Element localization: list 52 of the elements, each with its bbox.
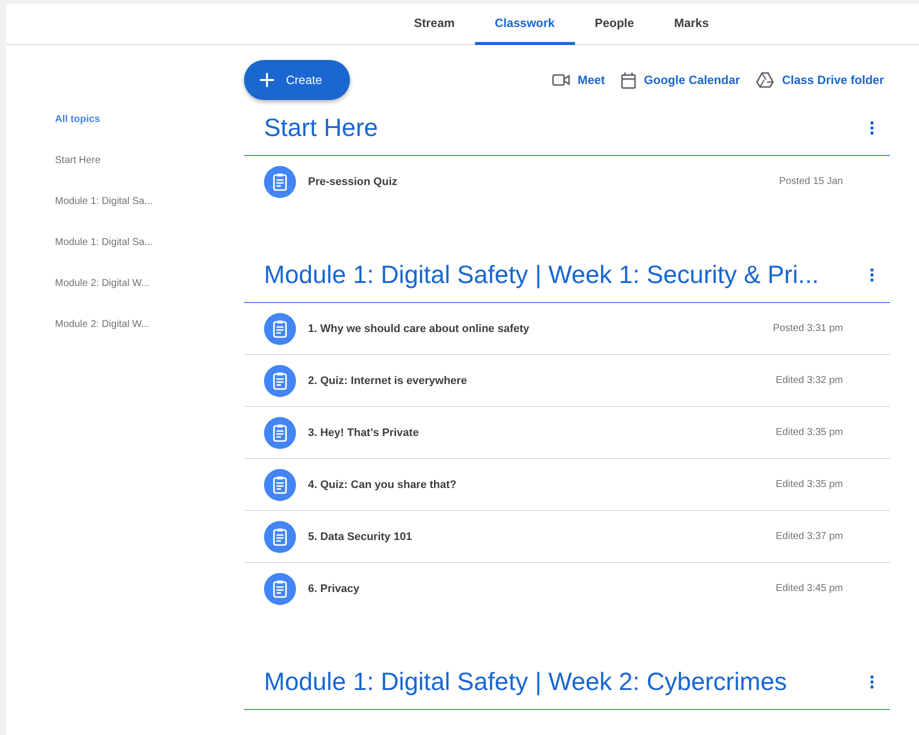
plus-icon (260, 73, 274, 87)
topic-link[interactable]: All topics (55, 113, 244, 127)
topic-link[interactable]: Module 2: Digital W... (55, 277, 244, 291)
drive-icon (756, 72, 774, 88)
video-camera-icon (552, 74, 570, 86)
post-time: Edited 3:35 pm (776, 427, 843, 438)
post-time: Edited 3:37 pm (776, 531, 843, 542)
topic-link[interactable]: Module 1: Digital Sa... (55, 236, 244, 250)
assignment-row[interactable]: 4. Quiz: Can you share that? Edited 3:35 pm (244, 459, 890, 511)
clipboard-icon (264, 364, 296, 396)
assignment-row[interactable]: 3. Hey! That's Private Edited 3:35 pm (244, 407, 890, 459)
assignment-title: 3. Hey! That's Private (308, 426, 420, 438)
assignment-title: 4. Quiz: Can you share that? (308, 478, 458, 490)
assignment-title: 6. Privacy (308, 582, 360, 594)
post-time: Edited 3:35 pm (776, 479, 843, 490)
tab[interactable]: People (574, 4, 654, 45)
more-options-icon[interactable] (870, 121, 874, 135)
toolbar-link[interactable]: Google Calendar (620, 72, 740, 88)
more-options-icon[interactable] (870, 268, 874, 282)
assignment-title: 1. Why we should care about online safety (308, 322, 530, 334)
topic-link[interactable]: Module 2: Digital W... (55, 318, 244, 332)
tab[interactable]: Stream (394, 4, 475, 45)
clipboard-icon (264, 572, 296, 604)
assignment-row[interactable]: 1. Why we should care about online safety Posted 3:31 pm (244, 303, 890, 355)
tab[interactable]: Marks (654, 4, 729, 45)
clipboard-icon (264, 520, 296, 552)
topic-link[interactable]: Module 1: Digital Sa... (55, 195, 244, 209)
post-time: Posted 15 Jan (779, 176, 843, 187)
topic-title: Module 1: Digital Safety | Week 1: Security & Pri... (264, 260, 819, 290)
clipboard-icon (264, 166, 296, 198)
assignment-title: 2. Quiz: Internet is everywhere (308, 374, 468, 386)
topic-title: Module 1: Digital Safety | Week 2: Cybercrimes (264, 668, 787, 696)
post-time: Posted 3:31 pm (772, 323, 843, 334)
topic-title: Start Here (264, 114, 378, 142)
post-time: Edited 3:32 pm (776, 375, 843, 386)
create-button[interactable]: Create (244, 60, 350, 100)
topic-link[interactable]: Start Here (55, 154, 244, 168)
assignment-row[interactable]: 5. Data Security 101 Edited 3:37 pm (244, 511, 890, 563)
toolbar-link[interactable]: Meet (552, 72, 605, 88)
clipboard-icon (264, 312, 296, 344)
calendar-icon (620, 72, 636, 88)
assignment-title: Pre-session Quiz (308, 176, 398, 188)
clipboard-icon (264, 468, 296, 500)
assignment-row[interactable]: 6. Privacy Edited 3:45 pm (244, 563, 890, 614)
more-options-icon[interactable] (870, 675, 874, 689)
clipboard-icon (264, 416, 296, 448)
assignment-row[interactable]: 2. Quiz: Internet is everywhere Edited 3:32 pm (244, 355, 890, 407)
toolbar-link[interactable]: Class Drive folder (756, 72, 884, 88)
assignment-row[interactable]: Pre-session Quiz Posted 15 Jan (244, 156, 890, 207)
assignment-title: 5. Data Security 101 (308, 530, 413, 542)
post-time: Edited 3:45 pm (776, 583, 843, 594)
tab[interactable]: Classwork (474, 4, 575, 45)
